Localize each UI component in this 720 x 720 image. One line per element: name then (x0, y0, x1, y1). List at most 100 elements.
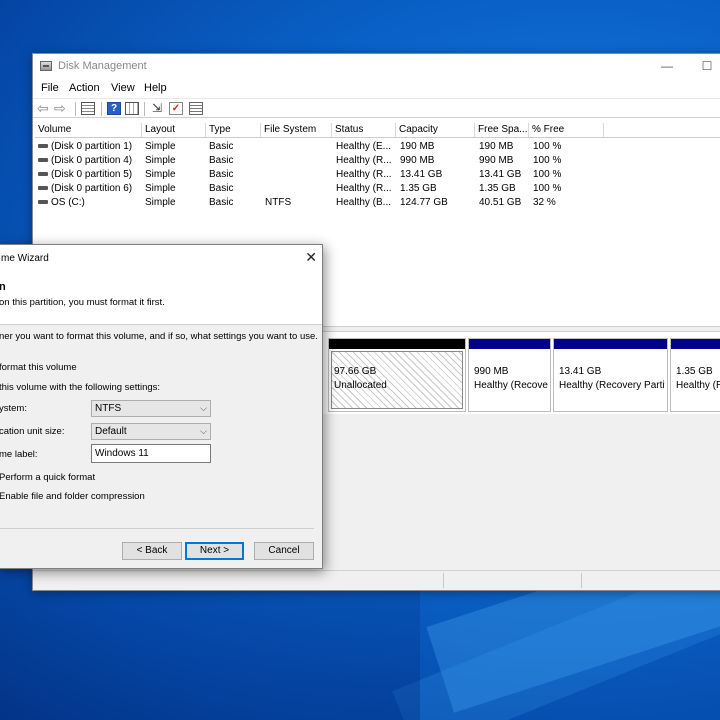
partition-status: Unallocated (334, 380, 387, 391)
toolbar: ⇦ ⇨ ? ⇲ ✓ (33, 98, 720, 118)
volume-layout: Simple (145, 141, 176, 152)
chevron-down-icon: ⌵ (200, 426, 207, 436)
volume-row[interactable]: (Disk 0 partition 6) Simple Basic Health… (35, 182, 720, 196)
volume-icon (38, 186, 48, 191)
volume-name: (Disk 0 partition 5) (51, 169, 133, 180)
partition-size: 13.41 GB (559, 366, 602, 377)
partition-recovery-13gb[interactable]: 13.41 GB Healthy (Recovery Partit (553, 338, 668, 412)
volume-label-label: me label: (0, 449, 38, 460)
volume-layout: Simple (145, 155, 176, 166)
wizard-intro-text: ner you want to format this volume, and … (0, 331, 318, 342)
volume-pct-free: 100 % (533, 155, 562, 166)
menu-action[interactable]: Action (69, 82, 100, 94)
column-header-type[interactable]: Type (206, 123, 261, 137)
check-icon[interactable]: ✓ (169, 102, 183, 115)
column-header-file-system[interactable]: File System (261, 123, 332, 137)
volume-type: Basic (209, 155, 234, 166)
status-divider (581, 573, 582, 588)
column-header-volume[interactable]: Volume (35, 123, 142, 137)
allocation-unit-value: Default (95, 426, 127, 437)
volume-type: Basic (209, 197, 234, 208)
volume-icon (38, 144, 48, 149)
menu-file[interactable]: File (41, 82, 59, 94)
menu-help[interactable]: Help (144, 82, 167, 94)
option-do-not-format[interactable]: format this volume (0, 362, 77, 373)
file-system-select[interactable]: NTFS ⌵ (91, 400, 211, 417)
wizard-divider (0, 528, 314, 529)
partition-bar (329, 339, 465, 349)
volume-status: Healthy (B... (336, 197, 392, 208)
volume-pct-free: 32 % (533, 197, 556, 208)
help-icon[interactable]: ? (107, 102, 121, 115)
volume-row[interactable]: (Disk 0 partition 5) Simple Basic Health… (35, 168, 720, 182)
back-button[interactable]: < Back (122, 542, 182, 560)
window-title: Disk Management (58, 60, 147, 72)
back-arrow-icon[interactable]: ⇦ (37, 101, 51, 115)
volume-icon (38, 172, 48, 177)
volume-pct-free: 100 % (533, 183, 562, 194)
wizard-header-subtitle: on this partition, you must format it fi… (0, 297, 165, 308)
next-button[interactable]: Next > (185, 542, 244, 560)
quick-format-checkbox[interactable]: Perform a quick format (0, 472, 95, 483)
menu-bar: File Action View Help (33, 78, 720, 98)
volume-capacity: 190 MB (400, 141, 435, 152)
partition-size: 990 MB (474, 366, 509, 377)
compression-checkbox[interactable]: Enable file and folder compression (0, 491, 145, 502)
volume-status: Healthy (E... (336, 141, 392, 152)
volume-capacity: 1.35 GB (400, 183, 437, 194)
volume-free: 990 MB (479, 155, 514, 166)
volume-free: 1.35 GB (479, 183, 516, 194)
title-bar[interactable]: Disk Management — ☐ (33, 54, 720, 78)
partition-recovery-990mb[interactable]: 990 MB Healthy (Recove (468, 338, 551, 412)
volume-capacity: 13.41 GB (400, 169, 443, 180)
connect-icon[interactable]: ⇲ (150, 102, 164, 115)
close-icon[interactable]: ✕ (305, 249, 317, 265)
volume-icon (38, 200, 48, 205)
column-header-capacity[interactable]: Capacity (396, 123, 475, 137)
volume-status: Healthy (R... (336, 155, 392, 166)
disk-management-icon (40, 61, 52, 71)
cancel-button[interactable]: Cancel (254, 542, 314, 560)
chevron-down-icon: ⌵ (200, 403, 207, 413)
volume-label-input[interactable] (91, 444, 211, 463)
volume-pct-free: 100 % (533, 169, 562, 180)
toolbar-separator (144, 102, 145, 116)
volume-fs: NTFS (265, 197, 292, 208)
volume-free: 13.41 GB (479, 169, 522, 180)
wizard-title: me Wizard (1, 253, 49, 264)
partition-size: 1.35 GB (676, 366, 713, 377)
menu-view[interactable]: View (111, 82, 135, 94)
volume-free: 190 MB (479, 141, 514, 152)
properties-icon[interactable] (81, 102, 95, 115)
partition-bar (554, 339, 667, 349)
file-system-value: NTFS (95, 403, 122, 414)
option-format-with-settings[interactable]: this volume with the following settings: (0, 382, 160, 393)
forward-arrow-icon[interactable]: ⇨ (54, 101, 68, 115)
partition-recovery-1gb[interactable]: 1.35 GB Healthy (R (670, 338, 720, 412)
partition-status: Healthy (Recove (474, 380, 548, 391)
allocation-unit-select[interactable]: Default ⌵ (91, 423, 211, 440)
minimize-button[interactable]: — (657, 57, 677, 75)
column-header-percent-free[interactable]: % Free (529, 123, 604, 137)
volume-name: (Disk 0 partition 4) (51, 155, 133, 166)
volume-icon (38, 158, 48, 163)
column-header-layout[interactable]: Layout (142, 123, 206, 137)
column-header-status[interactable]: Status (332, 123, 396, 137)
volume-pct-free: 100 % (533, 141, 562, 152)
volume-status: Healthy (R... (336, 183, 392, 194)
volume-capacity: 124.77 GB (400, 197, 448, 208)
volume-row[interactable]: (Disk 0 partition 1) Simple Basic Health… (35, 140, 720, 154)
wizard-title-bar[interactable]: me Wizard ✕ (0, 245, 322, 271)
volume-row[interactable]: OS (C:) Simple Basic NTFS Healthy (B... … (35, 196, 720, 210)
volume-layout: Simple (145, 169, 176, 180)
volume-list-header: Volume Layout Type File System Status Ca… (35, 122, 720, 138)
volume-row[interactable]: (Disk 0 partition 4) Simple Basic Health… (35, 154, 720, 168)
volume-free: 40.51 GB (479, 197, 522, 208)
column-header-free-space[interactable]: Free Spa... (475, 123, 529, 137)
list-icon[interactable] (189, 102, 203, 115)
maximize-button[interactable]: ☐ (697, 57, 717, 75)
partition-unallocated[interactable]: 97.66 GB Unallocated (328, 338, 466, 412)
view-icon[interactable] (125, 102, 139, 115)
volume-type: Basic (209, 169, 234, 180)
volume-layout: Simple (145, 197, 176, 208)
